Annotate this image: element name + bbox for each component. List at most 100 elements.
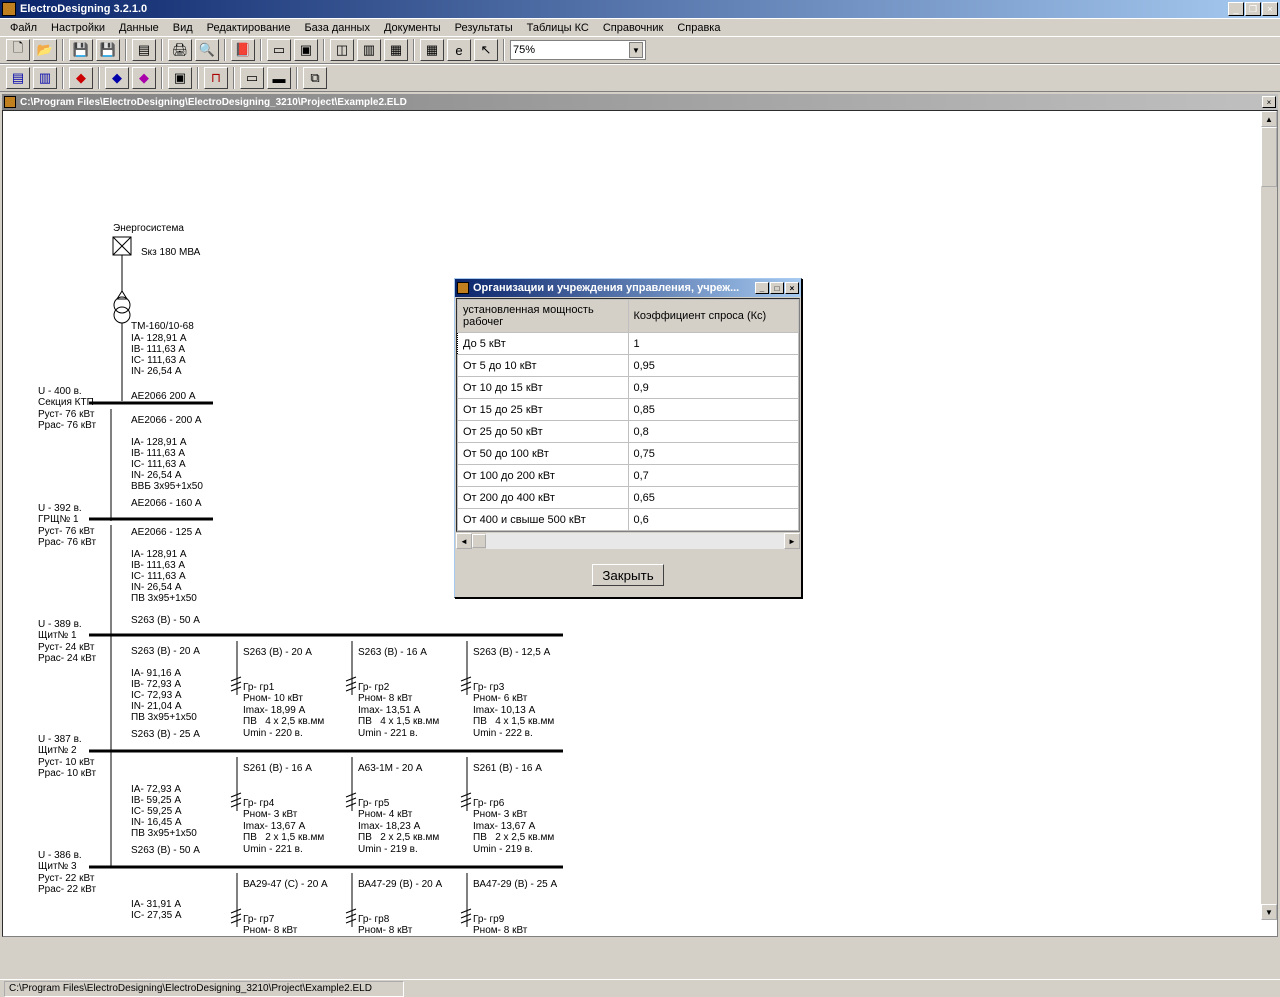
- tool-h-icon[interactable]: ▭: [240, 67, 264, 89]
- cell-power[interactable]: От 10 до 15 кВт: [458, 377, 629, 399]
- tool-g-icon[interactable]: ⊓: [204, 67, 228, 89]
- menu-data[interactable]: Данные: [113, 21, 165, 35]
- window2-icon[interactable]: ▣: [294, 39, 318, 61]
- tool-d-icon[interactable]: ◆: [105, 67, 129, 89]
- preview-icon[interactable]: 🔍: [195, 39, 219, 61]
- svg-text:Sкз 180 МВА: Sкз 180 МВА: [141, 247, 201, 258]
- svg-text:АЕ2066 200 А: АЕ2066 200 А: [131, 391, 196, 402]
- grid-icon[interactable]: ▦: [420, 39, 444, 61]
- cell-ks[interactable]: 0,7: [628, 465, 799, 487]
- table-row[interactable]: От 50 до 100 кВт0,75: [458, 443, 799, 465]
- menu-docs[interactable]: Документы: [378, 21, 447, 35]
- menu-results[interactable]: Результаты: [449, 21, 519, 35]
- svg-text:IC- 111,63 А: IC- 111,63 А: [131, 355, 186, 366]
- menu-view[interactable]: Вид: [167, 21, 199, 35]
- cell-ks[interactable]: 0,95: [628, 355, 799, 377]
- tree-icon[interactable]: ▤: [132, 39, 156, 61]
- demand-table[interactable]: установленная мощность рабочег Коэффицие…: [456, 298, 800, 532]
- pointer-icon[interactable]: ↖: [474, 39, 498, 61]
- tool-j-icon[interactable]: ⧉: [303, 67, 327, 89]
- svg-text:IN- 26,54 А: IN- 26,54 А: [131, 582, 182, 593]
- scroll-up-icon[interactable]: ▲: [1261, 111, 1277, 127]
- cell-power[interactable]: До 5 кВт: [458, 333, 629, 355]
- menu-reference[interactable]: Справочник: [597, 21, 670, 35]
- dialog-hscrollbar[interactable]: ◄ ►: [456, 533, 800, 549]
- scroll-left-icon[interactable]: ◄: [456, 533, 472, 549]
- menu-db[interactable]: База данных: [298, 21, 376, 35]
- close-dialog-button[interactable]: Закрыть: [592, 564, 664, 586]
- cell-power[interactable]: От 400 и свыше 500 кВт: [458, 509, 629, 531]
- cell-ks[interactable]: 0,8: [628, 421, 799, 443]
- table-row[interactable]: От 25 до 50 кВт0,8: [458, 421, 799, 443]
- window1-icon[interactable]: ▭: [267, 39, 291, 61]
- menu-file[interactable]: Файл: [4, 21, 43, 35]
- table-row[interactable]: От 100 до 200 кВт0,7: [458, 465, 799, 487]
- col-power[interactable]: установленная мощность рабочег: [458, 300, 629, 333]
- chevron-down-icon[interactable]: ▼: [629, 42, 643, 58]
- tool-b-icon[interactable]: ▥: [33, 67, 57, 89]
- scroll-thumb-v[interactable]: [1261, 127, 1277, 187]
- minimize-button[interactable]: _: [1228, 2, 1244, 16]
- tool-i-icon[interactable]: ▬: [267, 67, 291, 89]
- open-icon[interactable]: 📂: [33, 39, 57, 61]
- panel2-icon[interactable]: ▥: [357, 39, 381, 61]
- dialog-minimize-button[interactable]: _: [755, 282, 769, 294]
- feeder-block: ВА47-29 (В) - 25 А Гр- гр9 Рном- 8 кВт: [473, 879, 557, 936]
- table-row[interactable]: От 200 до 400 кВт0,65: [458, 487, 799, 509]
- close-button[interactable]: ×: [1262, 2, 1278, 16]
- cell-ks[interactable]: 0,75: [628, 443, 799, 465]
- new-icon[interactable]: 🗋: [6, 39, 30, 61]
- dialog-titlebar[interactable]: Организации и учреждения управления, учр…: [455, 279, 801, 297]
- cell-ks[interactable]: 0,85: [628, 399, 799, 421]
- app-icon: [2, 2, 16, 16]
- save-icon[interactable]: 💾: [69, 39, 93, 61]
- print-icon[interactable]: 🖨: [168, 39, 192, 61]
- cell-ks[interactable]: 1: [628, 333, 799, 355]
- table-row[interactable]: До 5 кВт1: [458, 333, 799, 355]
- restore-button[interactable]: ❐: [1245, 2, 1261, 16]
- table-row[interactable]: От 5 до 10 кВт0,95: [458, 355, 799, 377]
- svg-text:Ррас- 10 кВт: Ррас- 10 кВт: [38, 768, 97, 779]
- svg-text:IA- 128,91 А: IA- 128,91 А: [131, 437, 187, 448]
- cell-power[interactable]: От 25 до 50 кВт: [458, 421, 629, 443]
- doc-close-button[interactable]: ×: [1262, 96, 1276, 108]
- cell-power[interactable]: От 5 до 10 кВт: [458, 355, 629, 377]
- col-ks[interactable]: Коэффициент спроса (Кс): [628, 300, 799, 333]
- menu-tables[interactable]: Таблицы КС: [521, 21, 595, 35]
- svg-text:ПВ 3х95+1x50: ПВ 3х95+1x50: [131, 593, 197, 604]
- tool-a-icon[interactable]: ▤: [6, 67, 30, 89]
- tool-c-icon[interactable]: ◆: [69, 67, 93, 89]
- cell-ks[interactable]: 0,65: [628, 487, 799, 509]
- table-row[interactable]: От 15 до 25 кВт0,85: [458, 399, 799, 421]
- cell-ks[interactable]: 0,6: [628, 509, 799, 531]
- web-icon[interactable]: e: [447, 39, 471, 61]
- cell-power[interactable]: От 15 до 25 кВт: [458, 399, 629, 421]
- svg-text:Ррас- 22 кВт: Ррас- 22 кВт: [38, 884, 97, 895]
- scroll-thumb-h[interactable]: [472, 534, 486, 548]
- vertical-scrollbar[interactable]: ▲ ▼: [1261, 111, 1277, 920]
- panel1-icon[interactable]: ◫: [330, 39, 354, 61]
- menu-settings[interactable]: Настройки: [45, 21, 111, 35]
- dialog-maximize-button[interactable]: □: [770, 282, 784, 294]
- menu-edit[interactable]: Редактирование: [201, 21, 297, 35]
- saveas-icon[interactable]: 💾: [96, 39, 120, 61]
- panel3-icon[interactable]: ▦: [384, 39, 408, 61]
- svg-text:Ррас- 76 кВт: Ррас- 76 кВт: [38, 420, 97, 431]
- cell-ks[interactable]: 0,9: [628, 377, 799, 399]
- tool-f-icon[interactable]: ▣: [168, 67, 192, 89]
- cell-power[interactable]: От 200 до 400 кВт: [458, 487, 629, 509]
- menu-help[interactable]: Справка: [671, 21, 726, 35]
- book1-icon[interactable]: 📕: [231, 39, 255, 61]
- cell-power[interactable]: От 50 до 100 кВт: [458, 443, 629, 465]
- scroll-right-icon[interactable]: ►: [784, 533, 800, 549]
- table-row[interactable]: От 400 и свыше 500 кВт0,6: [458, 509, 799, 531]
- svg-text:IC- 111,63 А: IC- 111,63 А: [131, 571, 186, 582]
- table-row[interactable]: От 10 до 15 кВт0,9: [458, 377, 799, 399]
- cell-power[interactable]: От 100 до 200 кВт: [458, 465, 629, 487]
- svg-text:Руст- 24 кВт: Руст- 24 кВт: [38, 642, 95, 653]
- tool-e-icon[interactable]: ◆: [132, 67, 156, 89]
- zoom-combo[interactable]: 75% ▼: [510, 40, 646, 60]
- svg-text:U - 386 в.: U - 386 в.: [38, 850, 82, 861]
- dialog-close-button[interactable]: ×: [785, 282, 799, 294]
- scroll-down-icon[interactable]: ▼: [1261, 904, 1277, 920]
